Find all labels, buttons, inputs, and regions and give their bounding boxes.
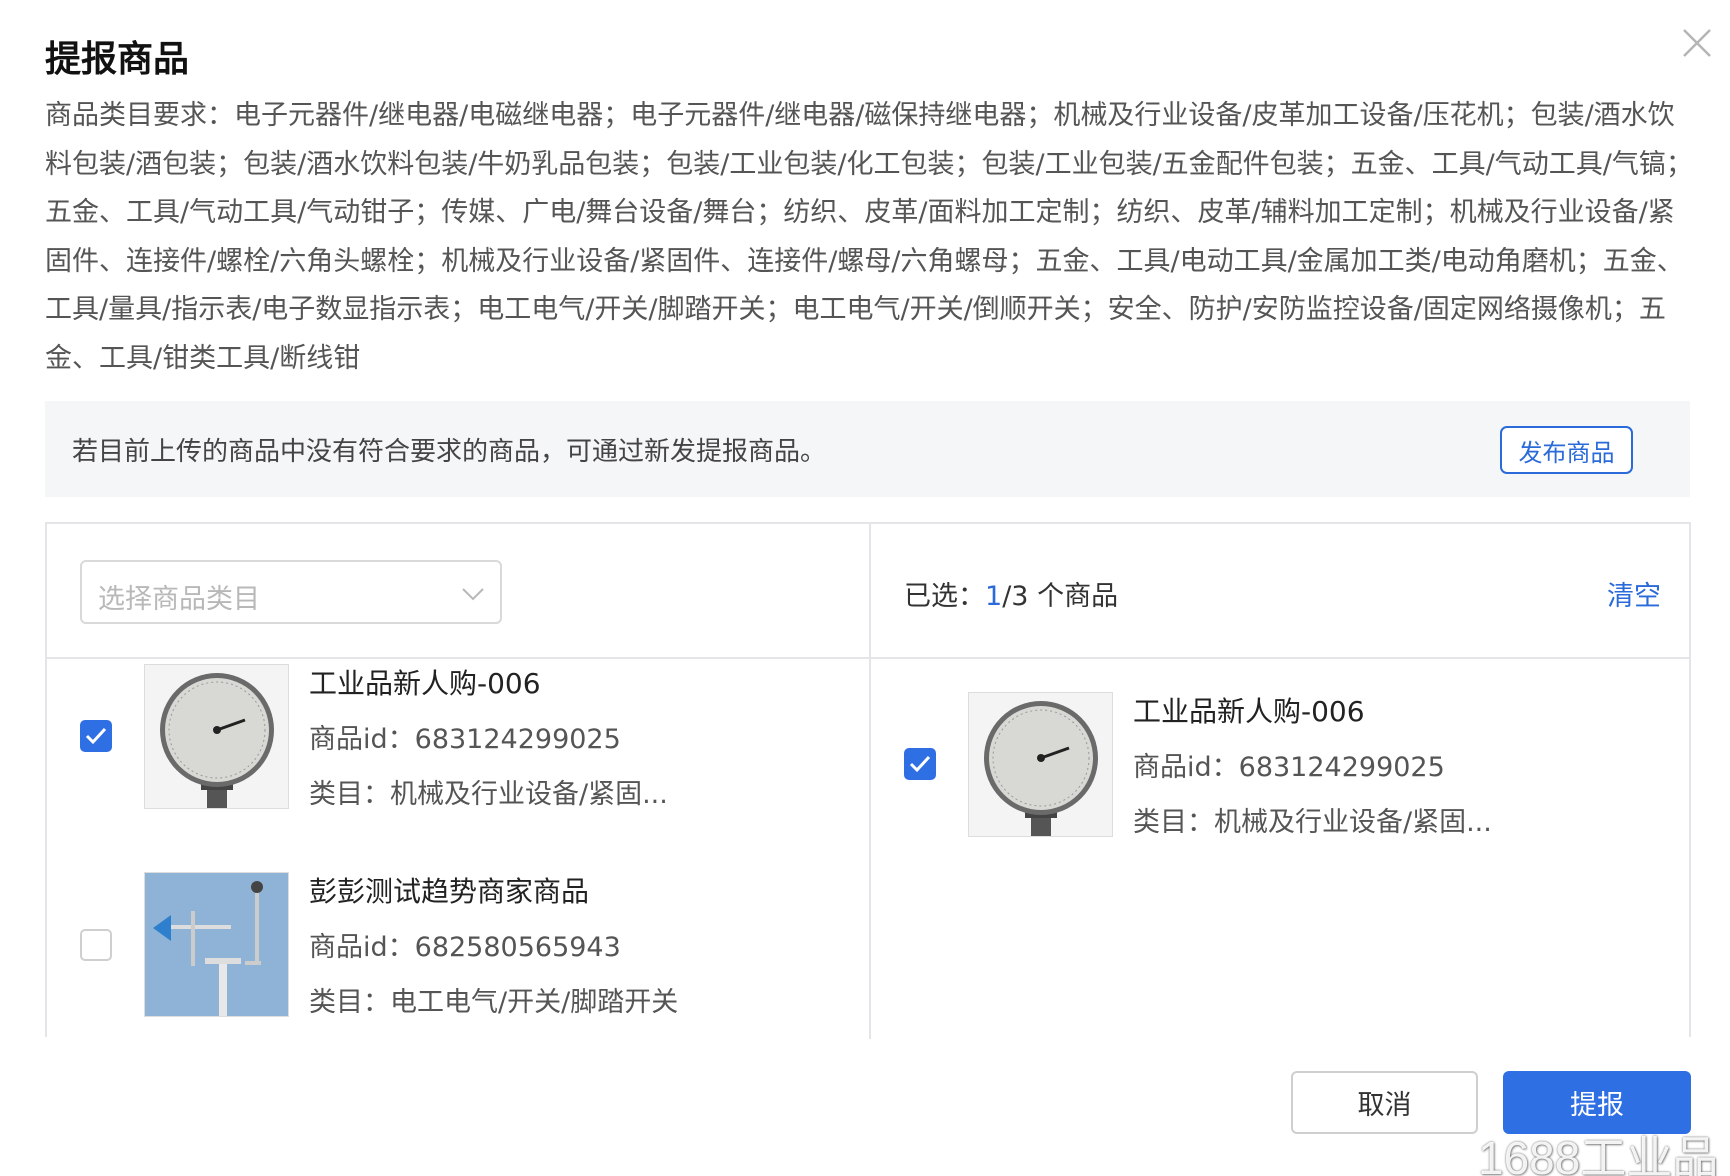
product-name: 工业品新人购-006 (1133, 695, 1365, 728)
product-id: 商品id：682580565943 (309, 925, 621, 964)
pressure-gauge-image (145, 665, 288, 808)
chevron-down-icon (462, 588, 484, 601)
selected-count: 已选：1/3 个商品 (904, 574, 1118, 613)
selected-item-checkbox-checked[interactable] (904, 748, 936, 780)
product-id: 商品id：683124299025 (1133, 745, 1445, 784)
product-image (968, 692, 1113, 837)
product-category-label: 类目： (309, 987, 390, 1018)
product-id: 商品id：683124299025 (309, 717, 621, 756)
product-category: 类目：机械及行业设备/紧固... (1133, 800, 1492, 839)
panel-divider-vertical (869, 524, 871, 1039)
cancel-button[interactable]: 取消 (1291, 1071, 1478, 1134)
product-category-value: 电工电气/开关/脚踏开关 (390, 987, 679, 1018)
product-category-label: 类目： (309, 779, 390, 810)
product-id-value: 683124299025 (1238, 752, 1445, 783)
clear-button[interactable]: 清空 (1607, 574, 1661, 613)
selected-suffix: 个商品 (1028, 581, 1119, 612)
panel-divider-horizontal (47, 657, 1691, 659)
product-id-label: 商品id： (309, 932, 415, 963)
category-select-placeholder: 选择商品类目 (98, 584, 260, 615)
product-category-label: 类目： (1133, 807, 1214, 838)
item-checkbox-unchecked[interactable] (80, 929, 112, 961)
product-category-value: 机械及行业设备/紧固... (390, 779, 668, 810)
product-id-value: 682580565943 (414, 932, 621, 963)
product-category-value: 机械及行业设备/紧固... (1214, 807, 1492, 838)
check-icon (85, 727, 107, 745)
product-id-label: 商品id： (309, 724, 415, 755)
product-name: 彭彭测试趋势商家商品 (309, 875, 590, 908)
weather-vane-image (145, 873, 288, 1016)
product-category: 类目：电工电气/开关/脚踏开关 (309, 980, 678, 1019)
selected-prefix: 已选： (904, 581, 985, 612)
product-category: 类目：机械及行业设备/紧固... (309, 772, 668, 811)
product-image (144, 664, 289, 809)
selected-sep: / (1002, 581, 1012, 612)
selected-max: 3 (1011, 581, 1029, 612)
selected-current: 1 (985, 581, 1003, 612)
item-checkbox-checked[interactable] (80, 720, 112, 752)
product-image (144, 872, 289, 1017)
product-id-label: 商品id： (1133, 752, 1239, 783)
notice-bar: 若目前上传的商品中没有符合要求的商品，可通过新发提报商品。 发布商品 (45, 401, 1690, 497)
product-name: 工业品新人购-006 (309, 667, 541, 700)
category-select[interactable]: 选择商品类目 (80, 560, 502, 624)
notice-text: 若目前上传的商品中没有符合要求的商品，可通过新发提报商品。 (72, 437, 827, 467)
product-id-value: 683124299025 (414, 724, 621, 755)
category-requirements: 商品类目要求：电子元器件/继电器/电磁继电器；电子元器件/继电器/磁保持继电器；… (45, 100, 1693, 374)
watermark: 1688工业品 (1478, 1132, 1719, 1176)
check-icon (909, 755, 931, 773)
product-picker: 选择商品类目 已选：1/3 个商品 清空 工业品新人购-006 商品id：683… (45, 522, 1691, 1039)
publish-product-button[interactable]: 发布商品 (1500, 426, 1633, 474)
pressure-gauge-image (969, 693, 1112, 836)
close-icon[interactable] (1680, 26, 1714, 60)
dialog-title: 提报商品 (45, 39, 190, 80)
